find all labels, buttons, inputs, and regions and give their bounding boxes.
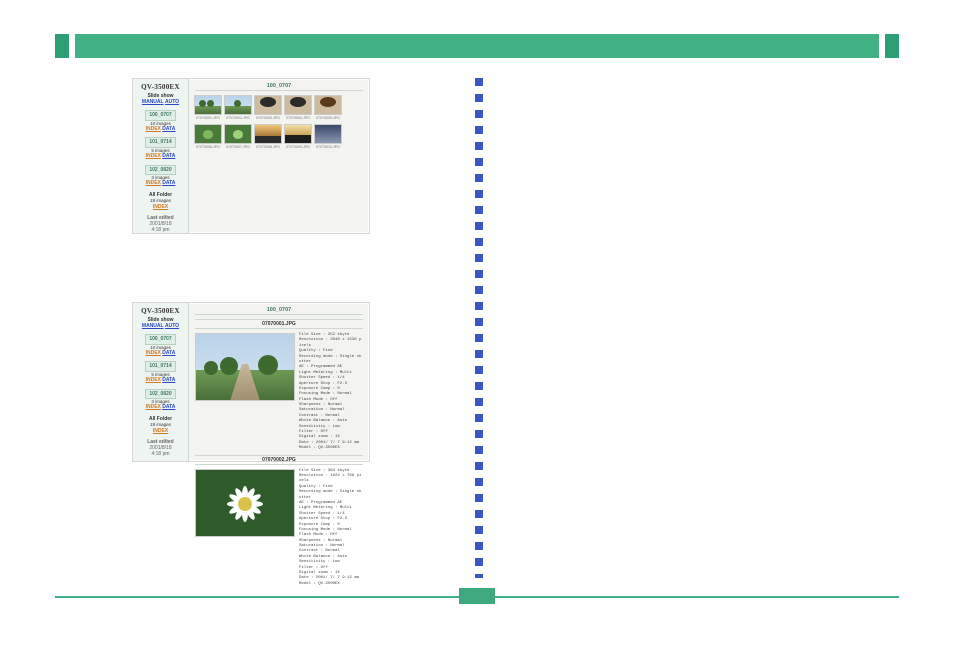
last-edited-time: 4:18 pm [133,451,188,457]
folder-badge[interactable]: 102_0820 [145,389,175,399]
index-link[interactable]: INDEX [146,153,161,159]
camera-model-title: QV-3500EX [133,83,188,92]
metadata-text: File Size : 384 kbyte Resolution : 1024 … [299,469,363,588]
index-link[interactable]: INDEX [146,126,161,132]
header-bar [55,34,899,58]
manual-link[interactable]: MANUAL [142,99,164,105]
image-filename-header: 07070002.JPG [195,455,363,465]
preview-image[interactable] [195,333,295,401]
data-link[interactable]: DATA [162,404,175,410]
folder-block-2: 101_0714 5 images INDEX DATA [133,137,188,159]
decoration [55,34,69,58]
thumbnail-filename: 07070010.JPG [316,145,340,149]
data-link[interactable]: DATA [162,180,175,186]
folder-badge[interactable]: 102_0820 [145,165,175,175]
thumbnail-filename: 07070001.JPG [196,116,220,120]
index-link[interactable]: INDEX [146,180,161,186]
folder-badge[interactable]: 100_0707 [145,334,175,344]
thumbnail-filename: 07070008.JPG [256,145,280,149]
screenshot-data-view: QV-3500EX Slide show MANUAL AUTO 100_070… [132,302,370,462]
thumbnail[interactable]: ▣07070010.JPG [315,124,341,149]
metadata-text: File Size : 352 kbyte Resolution : 2048 … [299,333,363,452]
flower-icon [222,481,268,527]
thumbnail-filename: 07070002.JPG [226,116,250,120]
folder-badge[interactable]: 101_0714 [145,361,175,371]
last-edited-time: 4:18 pm [133,227,188,233]
last-edited-block: Last edited 2001/8/18 4:18 pm [133,439,188,458]
auto-link[interactable]: AUTO [165,323,179,329]
all-folder-block: All Folder 18 images INDEX [133,416,188,434]
thumbnail-filename: 07070007.JPG [226,145,250,149]
data-link[interactable]: DATA [162,126,175,132]
index-link[interactable]: INDEX [153,204,168,210]
thumbnail-filename: 07070003.JPG [256,116,280,120]
folder-block-3: 102_0820 3 images INDEX DATA [133,165,188,187]
thumbnail[interactable]: ▣07070004.JPG [285,95,311,120]
camera-model-title: QV-3500EX [133,307,188,316]
main-panel: 100_0707 ▣07070001.JPG ▣07070002.JPG ▣07… [189,79,369,233]
data-row: File Size : 352 kbyte Resolution : 2048 … [195,333,363,452]
decoration [885,34,899,58]
index-link[interactable]: INDEX [146,377,161,383]
folder-block-1: 100_0707 10 images INDEX DATA [133,334,188,356]
thumbnail[interactable]: ▣07070007.JPG [225,124,251,149]
manual-link[interactable]: MANUAL [142,323,164,329]
index-link[interactable]: INDEX [146,350,161,356]
thumbnail[interactable]: ▣07070006.JPG [195,124,221,149]
screenshot-index-view: QV-3500EX Slide show MANUAL AUTO 100_070… [132,78,370,234]
thumbnail[interactable]: ▣07070002.JPG [225,95,251,120]
auto-link[interactable]: AUTO [165,99,179,105]
thumbnail-filename: 07070004.JPG [286,116,310,120]
preview-image[interactable] [195,469,295,537]
folder-badge[interactable]: 101_0714 [145,137,175,147]
thumbnail[interactable]: ▣07070009.JPG [285,124,311,149]
data-row: File Size : 384 kbyte Resolution : 1024 … [195,469,363,588]
decoration [75,34,879,58]
thumbnail-filename: 07070005.JPG [316,116,340,120]
index-link[interactable]: INDEX [146,404,161,410]
folder-badge[interactable]: 100_0707 [145,110,175,120]
vertical-separator [475,78,483,578]
thumbnail[interactable]: ▣07070003.JPG [255,95,281,120]
sidebar: QV-3500EX Slide show MANUAL AUTO 100_070… [133,79,189,233]
folder-block-3: 102_0820 3 images INDEX DATA [133,389,188,411]
image-filename-header: 07070001.JPG [195,319,363,329]
folder-block-1: 100_0707 10 images INDEX DATA [133,110,188,132]
thumbnail-filename: 07070006.JPG [196,145,220,149]
index-link[interactable]: INDEX [153,428,168,434]
thumbnail-grid: ▣07070001.JPG ▣07070002.JPG ▣07070003.JP… [195,95,363,149]
thumbnail[interactable]: ▣07070005.JPG [315,95,341,120]
sidebar: QV-3500EX Slide show MANUAL AUTO 100_070… [133,303,189,461]
current-folder-header: 100_0707 [195,307,363,315]
thumbnail[interactable]: ▣07070001.JPG [195,95,221,120]
last-edited-block: Last edited 2001/8/18 4:18 pm [133,215,188,234]
folder-block-2: 101_0714 5 images INDEX DATA [133,361,188,383]
thumbnail[interactable]: ▣07070008.JPG [255,124,281,149]
data-link[interactable]: DATA [162,350,175,356]
data-link[interactable]: DATA [162,377,175,383]
page-number-badge [459,588,495,604]
all-folder-block: All Folder 18 images INDEX [133,192,188,210]
thumbnail-filename: 07070009.JPG [286,145,310,149]
data-link[interactable]: DATA [162,153,175,159]
current-folder-header: 100_0707 [195,83,363,91]
main-panel: 100_0707 07070001.JPG File Size : 352 kb… [189,303,369,461]
